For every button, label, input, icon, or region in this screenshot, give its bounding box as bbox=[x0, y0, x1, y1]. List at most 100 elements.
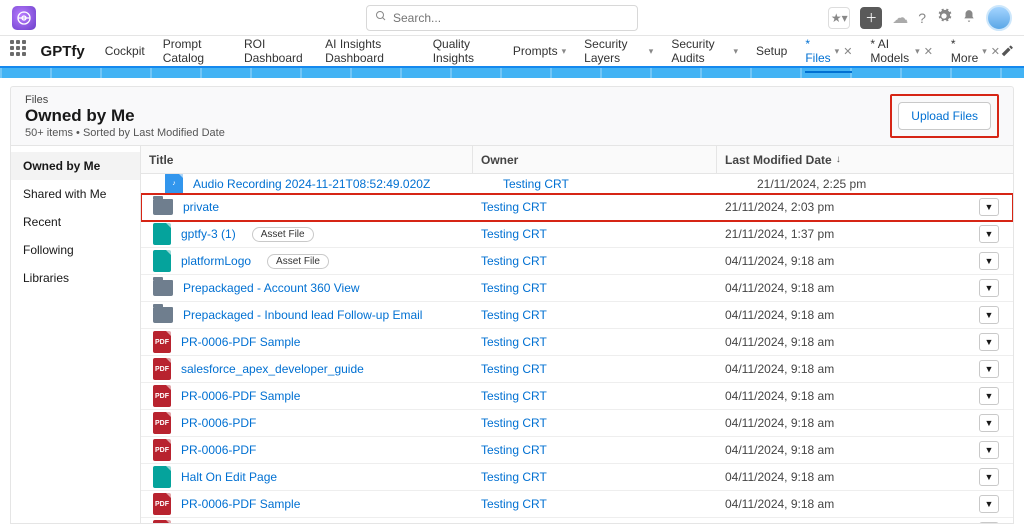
file-title-link[interactable]: Prepackaged - Account 360 View bbox=[183, 281, 360, 295]
nav-item-prompts[interactable]: Prompts▾ bbox=[513, 44, 566, 58]
files-sidebar: Owned by MeShared with MeRecentFollowing… bbox=[11, 146, 141, 523]
table-row[interactable]: PDFPR-0006-PDFTesting CRT04/11/2024, 9:1… bbox=[141, 437, 1013, 464]
col-owner[interactable]: Owner bbox=[473, 146, 717, 173]
sidebar-item-shared-with-me[interactable]: Shared with Me bbox=[11, 180, 140, 208]
chevron-down-icon: ▾ bbox=[915, 46, 920, 57]
close-icon[interactable]: ✕ bbox=[924, 45, 933, 58]
sidebar-item-owned-by-me[interactable]: Owned by Me bbox=[11, 152, 140, 180]
file-title-link[interactable]: Halt On Edit Page bbox=[181, 470, 277, 484]
file-title-link[interactable]: PR-0006-PDF Sample bbox=[181, 335, 300, 349]
owner-link[interactable]: Testing CRT bbox=[473, 254, 717, 268]
sidebar-item-following[interactable]: Following bbox=[11, 236, 140, 264]
content-area: Owned by MeShared with MeRecentFollowing… bbox=[10, 146, 1014, 524]
row-actions-menu[interactable]: ▼ bbox=[979, 387, 999, 405]
owner-link[interactable]: Testing CRT bbox=[473, 497, 717, 511]
nav-item-ai-insights-dashboard[interactable]: AI Insights Dashboard bbox=[325, 37, 415, 65]
close-icon[interactable]: ✕ bbox=[843, 45, 852, 58]
date-cell: 04/11/2024, 9:18 am bbox=[717, 362, 961, 376]
tab-aimodels[interactable]: * AI Models▾✕ bbox=[870, 37, 933, 65]
file-title-link[interactable]: Prepackaged - Inbound lead Follow-up Ema… bbox=[183, 308, 422, 322]
add-icon[interactable]: ＋ bbox=[860, 7, 882, 29]
notifications-icon[interactable] bbox=[962, 9, 976, 26]
owner-link[interactable]: Testing CRT bbox=[473, 200, 717, 214]
global-search[interactable] bbox=[366, 5, 638, 31]
tab-files[interactable]: * Files▾✕ bbox=[805, 37, 852, 73]
date-cell: 21/11/2024, 2:03 pm bbox=[717, 200, 961, 214]
nav-item-quality-insights[interactable]: Quality Insights bbox=[433, 37, 495, 65]
table-row[interactable]: PDFPR-0006-PDFTesting CRT04/11/2024, 9:1… bbox=[141, 410, 1013, 437]
nav-item-roi-dashboard[interactable]: ROI Dashboard bbox=[244, 37, 307, 65]
owner-link[interactable]: Testing CRT bbox=[473, 443, 717, 457]
nav-item-prompt-catalog[interactable]: Prompt Catalog bbox=[163, 37, 226, 65]
close-icon[interactable]: ✕ bbox=[991, 45, 1000, 58]
table-row[interactable]: private Testing CRT21/11/2024, 2:03 pm ▼ bbox=[141, 194, 1013, 221]
file-title-link[interactable]: salesforce_apex_developer_guide bbox=[181, 362, 364, 376]
upload-files-button[interactable]: Upload Files bbox=[898, 102, 991, 130]
row-actions-menu[interactable]: ▼ bbox=[979, 306, 999, 324]
nav-item-cockpit[interactable]: Cockpit bbox=[105, 44, 145, 58]
file-title-link[interactable]: PR-0006-PDF bbox=[181, 416, 256, 430]
row-actions-menu[interactable]: ▼ bbox=[979, 279, 999, 297]
nav-item-security-layers[interactable]: Security Layers▾ bbox=[584, 37, 653, 65]
tab-more[interactable]: * More▾✕ bbox=[951, 37, 1000, 65]
row-actions-menu[interactable]: ▼ bbox=[979, 252, 999, 270]
row-actions-menu[interactable]: ▼ bbox=[979, 333, 999, 351]
table-row[interactable]: PDFPR-0006-PDF SampleTesting CRT04/11/20… bbox=[141, 383, 1013, 410]
table-row[interactable]: platformLogoAsset FileTesting CRT04/11/2… bbox=[141, 248, 1013, 275]
col-title[interactable]: Title bbox=[141, 146, 473, 173]
col-last-modified[interactable]: Last Modified Date ↓ bbox=[717, 146, 961, 173]
table-row[interactable]: Prepackaged - Account 360 View Testing CR… bbox=[141, 275, 1013, 302]
date-cell: 04/11/2024, 9:18 am bbox=[717, 308, 961, 322]
file-title-link[interactable]: platformLogo bbox=[181, 254, 251, 268]
row-actions-menu[interactable]: ▼ bbox=[979, 468, 999, 486]
owner-link[interactable]: Testing CRT bbox=[473, 227, 717, 241]
nav-item-security-audits[interactable]: Security Audits▾ bbox=[671, 37, 738, 65]
search-input[interactable] bbox=[393, 11, 629, 25]
help-icon[interactable]: ? bbox=[918, 10, 926, 26]
row-actions-menu[interactable]: ▼ bbox=[979, 522, 999, 523]
row-actions-menu[interactable]: ▼ bbox=[979, 441, 999, 459]
setup-gear-icon[interactable] bbox=[936, 8, 952, 27]
owner-link[interactable]: Testing CRT bbox=[473, 362, 717, 376]
row-actions-menu[interactable]: ▼ bbox=[979, 414, 999, 432]
favorites-icon[interactable]: ★▾ bbox=[828, 7, 850, 29]
row-actions-menu[interactable]: ▼ bbox=[979, 360, 999, 378]
pdf-file-icon: PDF bbox=[153, 385, 171, 407]
owner-link[interactable]: Testing CRT bbox=[473, 416, 717, 430]
file-title-link[interactable]: PR-0006-PDF Sample bbox=[181, 497, 300, 511]
salesforce-icon[interactable]: ☁ bbox=[892, 8, 908, 28]
app-launcher-icon[interactable] bbox=[10, 40, 29, 62]
table-row[interactable]: Prepackaged - Inbound lead Follow-up Ema… bbox=[141, 302, 1013, 329]
file-title-link[interactable]: PR-0006-PDF Sample bbox=[181, 389, 300, 403]
table-row[interactable]: Halt On Edit PageTesting CRT04/11/2024, … bbox=[141, 464, 1013, 491]
owner-link[interactable]: Testing CRT bbox=[473, 281, 717, 295]
file-title-link[interactable]: gptfy-3 (1) bbox=[181, 227, 236, 241]
table-row[interactable]: PDFPR-0006-PDF SampleTesting CRT04/11/20… bbox=[141, 491, 1013, 518]
sidebar-item-libraries[interactable]: Libraries bbox=[11, 264, 140, 292]
table-row[interactable]: PDFsalesforce_apex_developer_guideTestin… bbox=[141, 356, 1013, 383]
user-avatar[interactable] bbox=[986, 5, 1012, 31]
edit-nav-icon[interactable] bbox=[1000, 44, 1014, 58]
owner-link[interactable]: Testing CRT bbox=[473, 308, 717, 322]
file-title-link[interactable]: private bbox=[183, 200, 219, 214]
pdf-file-icon: PDF bbox=[153, 439, 171, 461]
owner-link[interactable]: Testing CRT bbox=[473, 470, 717, 484]
row-actions-menu[interactable]: ▼ bbox=[979, 198, 999, 216]
table-row[interactable]: PDFPR-0006-PDFTesting CRT04/11/2024, 9:1… bbox=[141, 518, 1013, 523]
nav-item-setup[interactable]: Setup bbox=[756, 44, 787, 58]
date-cell: 21/11/2024, 2:25 pm bbox=[749, 177, 993, 191]
owner-link[interactable]: Testing CRT bbox=[473, 335, 717, 349]
table-row[interactable]: PDFPR-0006-PDF SampleTesting CRT04/11/20… bbox=[141, 329, 1013, 356]
table-row[interactable]: ♪Audio Recording 2024-11-21T08:52:49.020… bbox=[141, 174, 1013, 194]
sidebar-item-recent[interactable]: Recent bbox=[11, 208, 140, 236]
row-actions-menu[interactable]: ▼ bbox=[979, 495, 999, 513]
table-header: Title Owner Last Modified Date ↓ bbox=[141, 146, 1013, 174]
table-row[interactable]: gptfy-3 (1)Asset FileTesting CRT21/11/20… bbox=[141, 221, 1013, 248]
owner-link[interactable]: Testing CRT bbox=[473, 389, 717, 403]
file-title-link[interactable]: PR-0006-PDF bbox=[181, 443, 256, 457]
date-cell: 04/11/2024, 9:18 am bbox=[717, 497, 961, 511]
file-title-link[interactable]: Audio Recording 2024-11-21T08:52:49.020Z bbox=[193, 177, 430, 191]
folder-file-icon bbox=[153, 280, 173, 296]
row-actions-menu[interactable]: ▼ bbox=[979, 225, 999, 243]
owner-link[interactable]: Testing CRT bbox=[495, 177, 739, 191]
